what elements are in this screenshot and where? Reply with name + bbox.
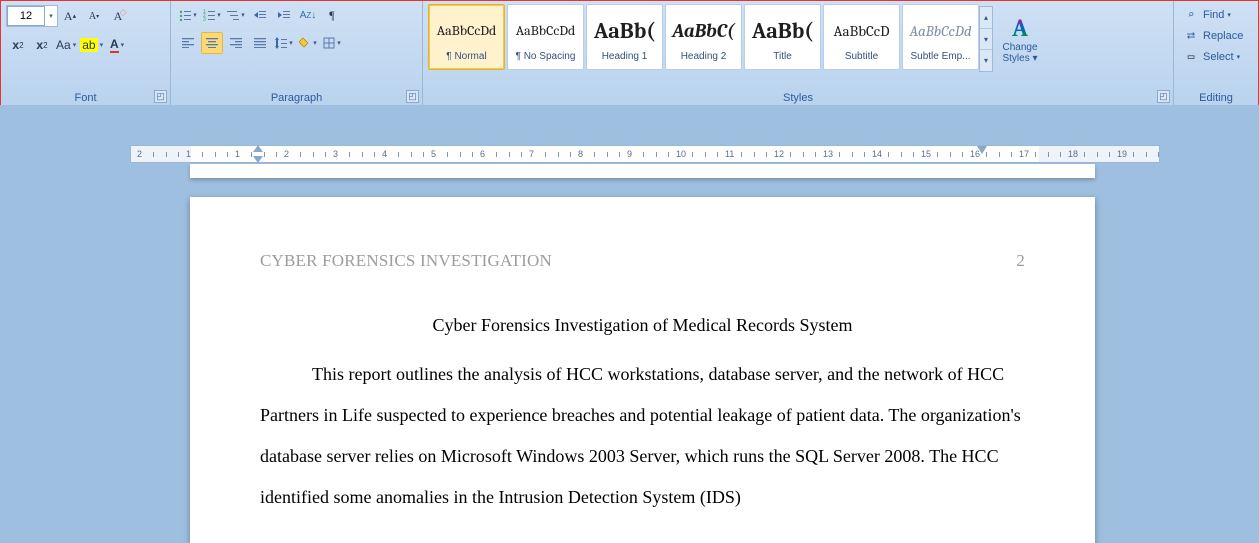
- dialog-launcher-styles[interactable]: ◰: [1157, 90, 1170, 103]
- sort-button[interactable]: AZ↓: [297, 4, 319, 26]
- line-spacing-button[interactable]: [273, 32, 295, 54]
- chevron-down-icon[interactable]: ▾: [980, 29, 992, 51]
- change-styles-button[interactable]: A Change Styles ▾: [993, 6, 1047, 72]
- dialog-launcher-paragraph[interactable]: ◰: [406, 90, 419, 103]
- ruler-tick: 19: [1117, 149, 1127, 159]
- style-tile-name: ¶ Normal: [446, 51, 486, 62]
- multilevel-list-button[interactable]: [225, 4, 247, 26]
- font-size-input[interactable]: [7, 6, 45, 26]
- style-tile-name: Subtle Emp...: [910, 51, 970, 62]
- change-styles-icon: A: [1012, 14, 1028, 42]
- style-tile[interactable]: AaBbCcDSubtitle: [823, 4, 900, 70]
- style-tile[interactable]: AaBbCcDdSubtle Emp...: [902, 4, 979, 70]
- ruler-tick: 17: [1019, 149, 1029, 159]
- group-label: Paragraph: [171, 92, 422, 104]
- group-font: ▾ A▴ A▾ A◇ x2 x2 Aa ab A Font ◰: [1, 1, 171, 105]
- svg-text:3: 3: [203, 17, 206, 21]
- dialog-launcher-font[interactable]: ◰: [154, 90, 167, 103]
- find-button[interactable]: ⌕Find▾: [1179, 4, 1253, 25]
- align-right-button[interactable]: [225, 32, 247, 54]
- style-tile[interactable]: AaBb(Title: [744, 4, 821, 70]
- group-label: Editing: [1174, 92, 1258, 104]
- clear-formatting-button[interactable]: A◇: [107, 5, 129, 27]
- document-title: Cyber Forensics Investigation of Medical…: [260, 315, 1025, 336]
- first-line-indent-marker[interactable]: [253, 145, 263, 152]
- ruler-tick: 13: [823, 149, 833, 159]
- ruler-tick: 1: [186, 149, 191, 159]
- page-number: 2: [1016, 251, 1025, 271]
- ruler-tick: 9: [627, 149, 632, 159]
- document-page[interactable]: CYBER FORENSICS INVESTIGATION 2 Cyber Fo…: [190, 197, 1095, 543]
- style-tile[interactable]: AaBbC(Heading 2: [665, 4, 742, 70]
- styles-gallery: AaBbCcDd¶ NormalAaBbCcDd¶ No SpacingAaBb…: [428, 4, 979, 74]
- ruler-tick: 11: [725, 149, 734, 159]
- style-tile-name: ¶ No Spacing: [516, 51, 576, 62]
- bullets-button[interactable]: [177, 4, 199, 26]
- superscript-button[interactable]: x2: [31, 34, 53, 56]
- hanging-indent-marker[interactable]: [253, 156, 263, 163]
- previous-page-peek: [190, 164, 1095, 178]
- ruler-tick: 3: [333, 149, 338, 159]
- ruler-tick: 12: [774, 149, 784, 159]
- select-button[interactable]: ▭Select▾: [1179, 46, 1253, 67]
- ruler-tick: 4: [382, 149, 387, 159]
- ruler-tick: 1: [235, 149, 240, 159]
- style-tile-name: Heading 2: [681, 51, 727, 62]
- group-label: Font: [1, 92, 170, 104]
- style-tile-name: Heading 1: [602, 51, 648, 62]
- ruler-tick: 6: [480, 149, 485, 159]
- align-left-button[interactable]: [177, 32, 199, 54]
- increase-indent-button[interactable]: [273, 4, 295, 26]
- document-body: This report outlines the analysis of HCC…: [260, 354, 1025, 518]
- ruler-tick: 2: [137, 149, 142, 159]
- replace-icon: ⮂: [1183, 29, 1199, 43]
- style-tile[interactable]: AaBbCcDd¶ No Spacing: [507, 4, 584, 70]
- change-case-button[interactable]: Aa: [55, 34, 77, 56]
- cursor-icon: ▭: [1183, 50, 1199, 63]
- shading-button[interactable]: [297, 32, 319, 54]
- ruler-tick: 8: [578, 149, 583, 159]
- chevron-down-icon[interactable]: ▾: [45, 12, 57, 20]
- shrink-font-button[interactable]: A▾: [83, 5, 105, 27]
- decrease-indent-button[interactable]: [249, 4, 271, 26]
- header-left: CYBER FORENSICS INVESTIGATION: [260, 251, 552, 271]
- group-label: Styles: [423, 92, 1173, 104]
- ribbon: ▾ A▴ A▾ A◇ x2 x2 Aa ab A Font ◰ 123 AZ↓ …: [1, 1, 1258, 106]
- ruler-tick: 10: [676, 149, 686, 159]
- replace-button[interactable]: ⮂Replace: [1179, 25, 1253, 46]
- style-tile-name: Subtitle: [845, 51, 878, 62]
- numbering-button[interactable]: 123: [201, 4, 223, 26]
- group-paragraph: 123 AZ↓ ¶ Paragraph ◰: [171, 1, 423, 105]
- binoculars-icon: ⌕: [1183, 8, 1199, 21]
- ruler-tick: 2: [284, 149, 289, 159]
- running-head: CYBER FORENSICS INVESTIGATION 2: [260, 251, 1025, 271]
- bar-down-icon[interactable]: ▾: [980, 50, 992, 71]
- chevron-up-icon[interactable]: ▴: [980, 7, 992, 29]
- gallery-scroll[interactable]: ▴ ▾ ▾: [979, 6, 993, 72]
- highlight-button[interactable]: ab: [79, 34, 104, 56]
- font-color-button[interactable]: A: [106, 34, 128, 56]
- borders-button[interactable]: [321, 32, 343, 54]
- ruler-tick: 5: [431, 149, 436, 159]
- group-editing: ⌕Find▾ ⮂Replace ▭Select▾ Editing: [1174, 1, 1258, 105]
- ruler-tick: 14: [872, 149, 882, 159]
- right-margin-marker[interactable]: [977, 146, 987, 154]
- style-tile-name: Title: [773, 51, 792, 62]
- ruler-tick: 18: [1068, 149, 1078, 159]
- show-marks-button[interactable]: ¶: [321, 4, 343, 26]
- ruler-tick: 15: [921, 149, 931, 159]
- change-styles-label: Change Styles: [1002, 42, 1037, 64]
- horizontal-ruler[interactable]: 2112345678910111213141516171819: [130, 145, 1160, 163]
- group-styles: AaBbCcDd¶ NormalAaBbCcDd¶ No SpacingAaBb…: [423, 1, 1174, 105]
- style-tile[interactable]: AaBb(Heading 1: [586, 4, 663, 70]
- align-center-button[interactable]: [201, 32, 223, 54]
- font-size-control[interactable]: ▾: [6, 5, 58, 27]
- workspace: 2112345678910111213141516171819 CYBER FO…: [0, 105, 1259, 543]
- grow-font-button[interactable]: A▴: [59, 5, 81, 27]
- style-tile[interactable]: AaBbCcDd¶ Normal: [428, 4, 505, 70]
- subscript-button[interactable]: x2: [7, 34, 29, 56]
- justify-button[interactable]: [249, 32, 271, 54]
- ruler-tick: 7: [529, 149, 534, 159]
